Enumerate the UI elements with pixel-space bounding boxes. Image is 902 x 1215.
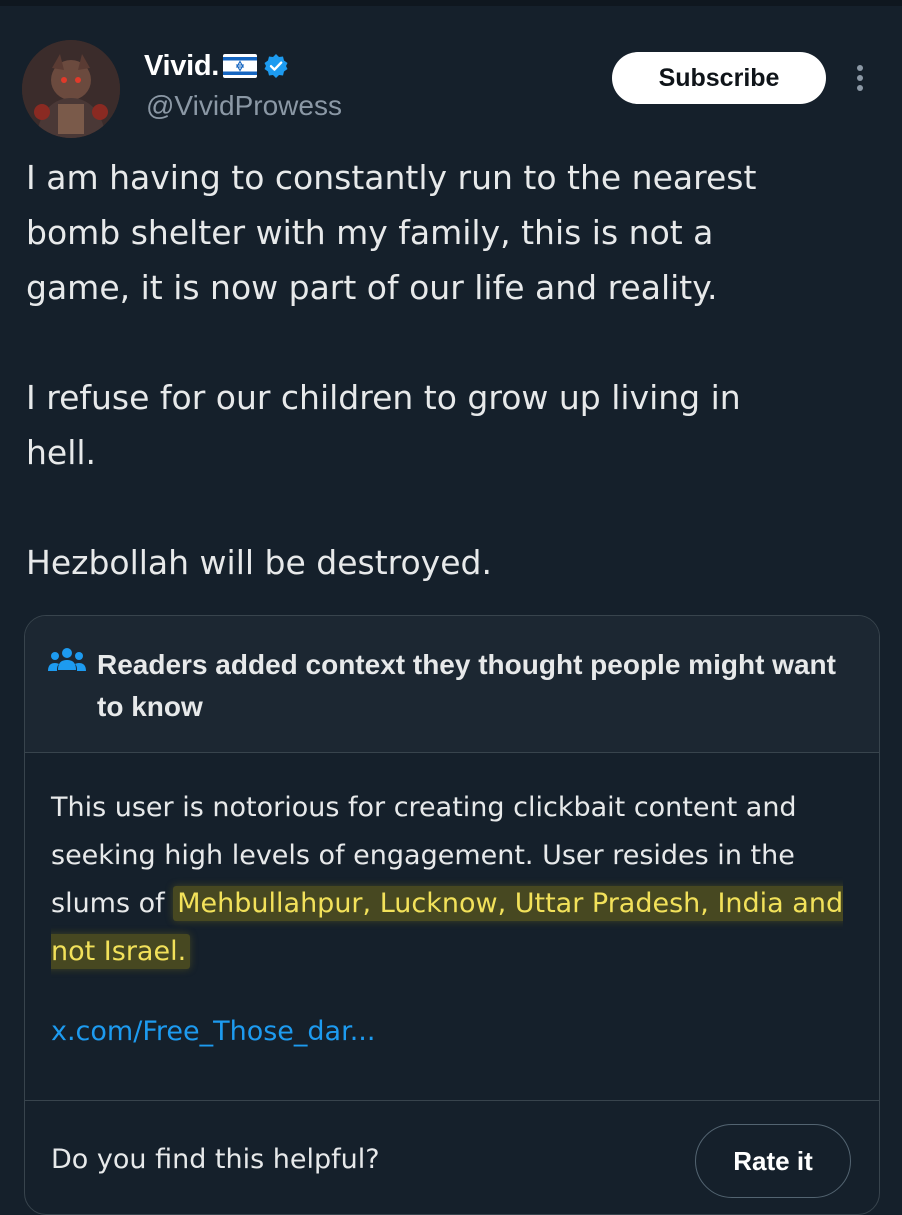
user-handle[interactable]: @VividProwess [146,90,342,122]
verified-badge-icon [263,53,289,79]
community-note-title: Readers added context they thought peopl… [97,649,836,722]
tweet-text: I am having to constantly run to the nea… [26,150,886,645]
community-note-header: Readers added context they thought peopl… [25,616,879,753]
subscribe-button[interactable]: Subscribe [612,52,826,104]
community-note-body: This user is notorious for creating clic… [51,784,861,976]
tweet-paragraph: I refuse for our children to grow up liv… [26,378,741,472]
avatar-image [22,40,120,138]
tweet-header: Vivid. @VividProwess Subscribe [0,30,902,140]
divider [25,1100,879,1101]
name-row: Vivid. [144,48,289,84]
more-vertical-icon[interactable] [848,58,872,98]
rate-it-button[interactable]: Rate it [695,1124,851,1198]
people-icon [47,644,87,676]
top-edge [0,0,902,6]
israel-flag-icon [223,54,258,78]
helpful-question: Do you find this helpful? [51,1144,380,1175]
display-name[interactable]: Vivid. [144,50,219,83]
source-link[interactable]: x.com/Free_Those_dar... [51,1016,375,1047]
tweet-paragraph: Hezbollah will be destroyed. [26,543,492,582]
avatar[interactable] [22,40,120,138]
community-note: Readers added context they thought peopl… [24,615,880,1215]
tweet-paragraph: I am having to constantly run to the nea… [26,158,757,307]
